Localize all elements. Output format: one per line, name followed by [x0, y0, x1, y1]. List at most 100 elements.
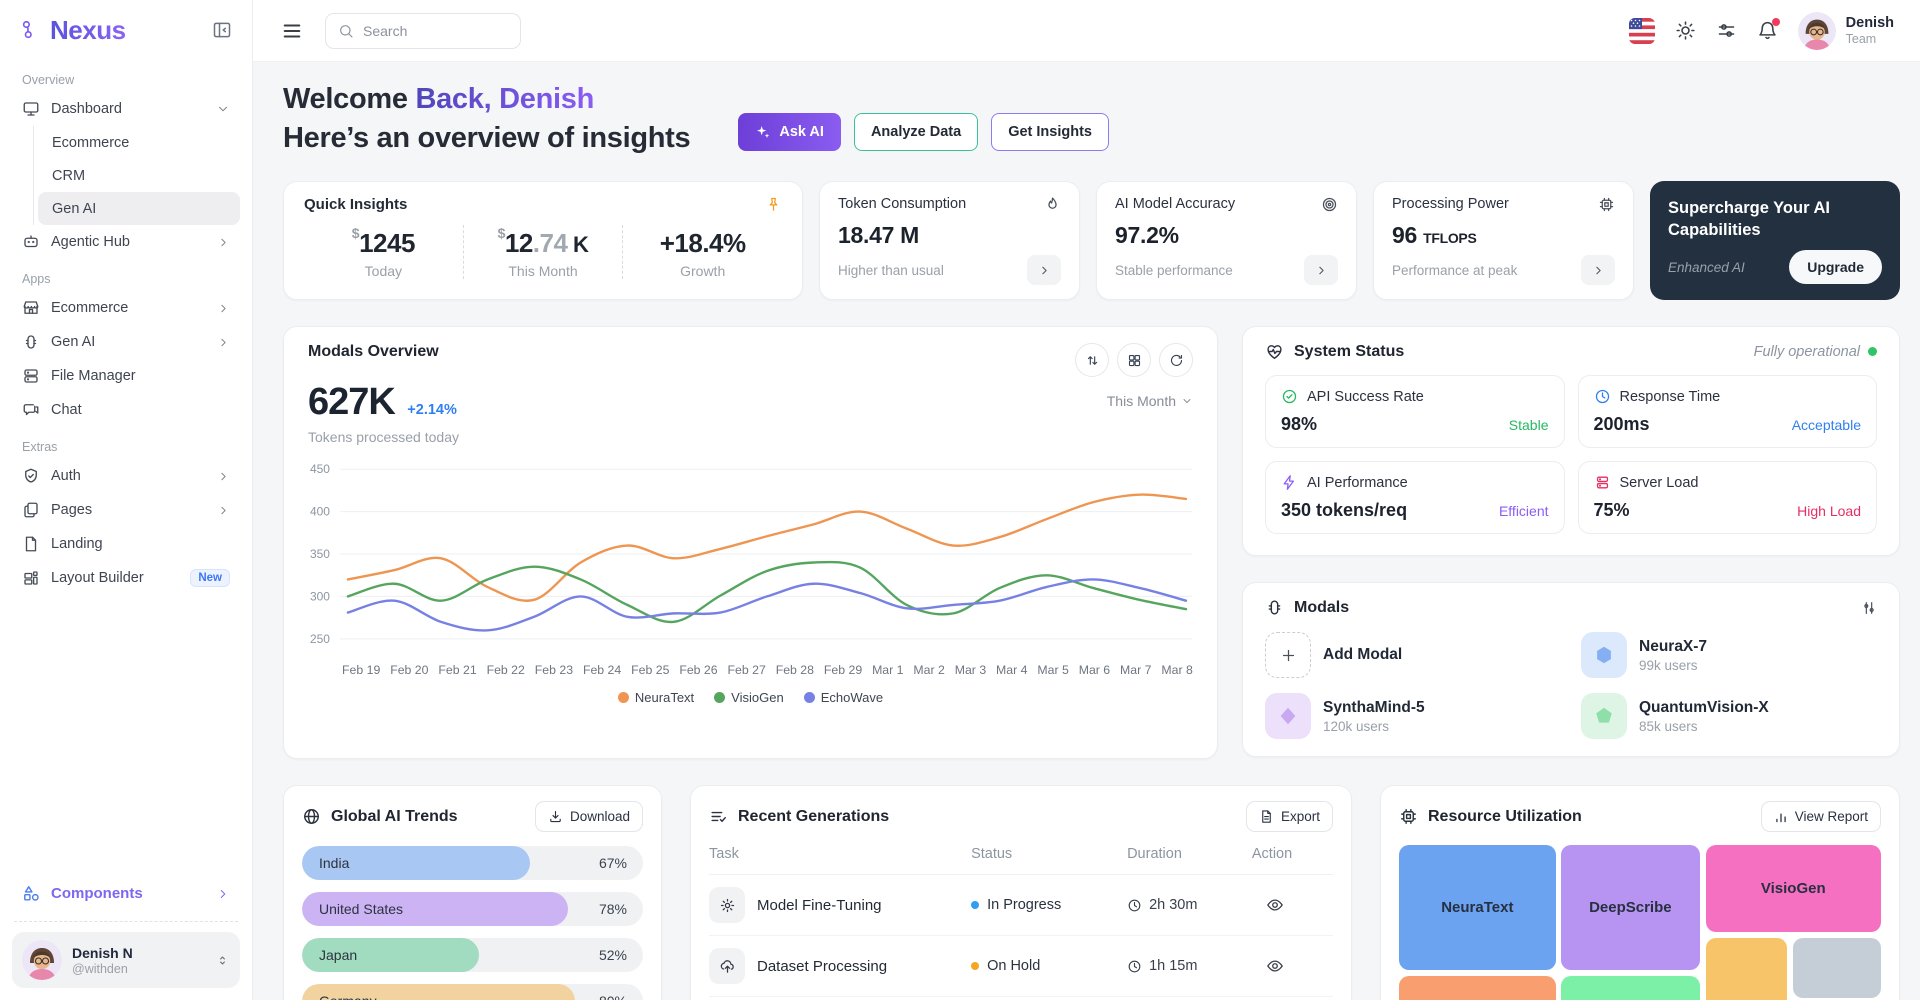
modals-settings-icon[interactable]: [1861, 600, 1877, 616]
x-axis-label: Feb 27: [728, 663, 766, 677]
ask-ai-button[interactable]: Ask AI: [738, 113, 841, 151]
brain-icon: [22, 333, 40, 351]
view-eye-icon[interactable]: [1252, 896, 1333, 914]
language-flag-icon[interactable]: [1629, 18, 1655, 44]
svg-text:300: 300: [310, 590, 330, 604]
treemap-block-neuratext[interactable]: NeuraText: [1399, 845, 1556, 970]
refresh-button[interactable]: [1159, 343, 1193, 377]
x-axis-label: Mar 8: [1161, 663, 1192, 677]
svg-text:350: 350: [310, 547, 330, 561]
chevron-right-icon: [217, 336, 230, 349]
sidebar-item-auth[interactable]: Auth: [12, 459, 240, 493]
get-insights-button[interactable]: Get Insights: [991, 113, 1109, 151]
topbar-user[interactable]: Denish Team: [1798, 12, 1894, 50]
sort-button[interactable]: [1075, 343, 1109, 377]
treemap-block[interactable]: [1706, 938, 1788, 1000]
sidebar-item-layout-builder[interactable]: Layout Builder New: [12, 561, 240, 595]
add-modal-button[interactable]: Add Modal: [1265, 632, 1561, 678]
kpi-more-button[interactable]: [1027, 255, 1061, 285]
sidebar-item-label: Chat: [51, 402, 82, 418]
sidebar-subitem-crm[interactable]: CRM: [38, 159, 240, 192]
modal-item-quantumvision[interactable]: QuantumVision-X85k users: [1581, 693, 1877, 739]
sidebar-item-agentic-hub[interactable]: Agentic Hub: [12, 225, 240, 259]
bar-value: 52%: [599, 947, 627, 963]
pin-icon[interactable]: [765, 196, 782, 213]
metric-this-month: $12.74 K This Month: [463, 225, 623, 279]
hamburger-menu-icon[interactable]: [281, 20, 303, 42]
period-dropdown[interactable]: This Month: [1107, 393, 1193, 409]
resource-treemap: NeuraText DeepScribe VisioGen: [1399, 845, 1881, 1000]
clock-icon: [1127, 898, 1142, 913]
view-report-button[interactable]: View Report: [1761, 801, 1881, 832]
sidebar-collapse-icon[interactable]: [212, 20, 232, 40]
resource-utilization-card: Resource Utilization View Report NeuraTe…: [1380, 785, 1900, 1000]
export-button[interactable]: Export: [1246, 801, 1333, 832]
legend-item: NeuraText: [618, 690, 694, 705]
treemap-block[interactable]: [1399, 976, 1556, 1000]
promo-title: Supercharge Your AI Capabilities: [1668, 197, 1882, 242]
sidebar-item-dashboard[interactable]: Dashboard: [12, 92, 240, 126]
sidebar-subitem-ecommerce[interactable]: Ecommerce: [38, 126, 240, 159]
grid-view-button[interactable]: [1117, 343, 1151, 377]
modal-item-neurax[interactable]: NeuraX-799k users: [1581, 632, 1877, 678]
treemap-block-deepscribe[interactable]: DeepScribe: [1561, 845, 1700, 970]
table-row-model-fine-tuning[interactable]: Model Fine-Tuning In Progress 2h 30m: [709, 875, 1333, 936]
x-axis-label: Feb 20: [390, 663, 428, 677]
heart-pulse-icon: [1265, 342, 1284, 361]
x-axis-label: Mar 7: [1120, 663, 1151, 677]
x-axis-label: Feb 19: [342, 663, 380, 677]
search-input[interactable]: [363, 23, 493, 39]
upgrade-button[interactable]: Upgrade: [1789, 250, 1882, 284]
chevron-right-icon: [216, 887, 230, 901]
chart-legend: NeuraTextVisioGenEchoWave: [308, 690, 1193, 705]
section-label-extras: Extras: [22, 440, 230, 454]
trend-bar-india: India67%: [302, 846, 643, 880]
x-axis-label: Mar 2: [913, 663, 944, 677]
page-subtitle: Here’s an overview of insights: [283, 122, 690, 154]
bar-value: 80%: [599, 993, 627, 1000]
generations-table: Task Status Duration Action Model Fine-T…: [691, 832, 1351, 997]
sidebar-user-profile[interactable]: Denish N @withden: [12, 932, 240, 988]
sidebar-item-file-manager[interactable]: File Manager: [12, 359, 240, 393]
treemap-block-visiogen[interactable]: VisioGen: [1706, 845, 1881, 932]
download-button[interactable]: Download: [535, 801, 643, 832]
bar-label: Japan: [319, 947, 357, 963]
sidebar-item-pages[interactable]: Pages: [12, 493, 240, 527]
brain-icon: [1265, 598, 1284, 617]
sidebar-item-gen-ai[interactable]: Gen AI: [12, 325, 240, 359]
view-eye-icon[interactable]: [1252, 957, 1333, 975]
status-dot: [971, 962, 979, 970]
kpi-more-button[interactable]: [1304, 255, 1338, 285]
theme-toggle-sun-icon[interactable]: [1675, 20, 1696, 41]
clock-icon: [1127, 959, 1142, 974]
sidebar-item-label: File Manager: [51, 368, 136, 384]
treemap-block[interactable]: [1561, 976, 1700, 1000]
recent-generations-card: Recent Generations Export Task Status Du…: [690, 785, 1352, 1000]
modal-item-synthamind[interactable]: SynthaMind-5120k users: [1265, 693, 1561, 739]
sidebar-item-label: Auth: [51, 468, 81, 484]
welcome-section: Welcome Back, Denish Here’s an overview …: [283, 80, 1900, 157]
x-axis-label: Mar 1: [872, 663, 903, 677]
search-box[interactable]: [325, 13, 521, 49]
sidebar-item-landing[interactable]: Landing: [12, 527, 240, 561]
sidebar-item-label: Landing: [51, 536, 103, 552]
analyze-data-button[interactable]: Analyze Data: [854, 113, 978, 151]
sidebar-item-components[interactable]: Components: [12, 874, 240, 913]
x-axis-label: Feb 22: [487, 663, 525, 677]
chevron-right-icon: [217, 504, 230, 517]
table-row-dataset-processing[interactable]: Dataset Processing On Hold 1h 15m: [709, 936, 1333, 997]
sidebar-item-chat[interactable]: Chat: [12, 393, 240, 427]
sidebar-item-ecommerce[interactable]: Ecommerce: [12, 291, 240, 325]
modals-card: Modals Add Modal: [1242, 582, 1900, 757]
chevrons-up-down-icon: [215, 953, 230, 968]
system-status-title: System Status: [1294, 343, 1404, 361]
app-logo[interactable]: Nexus: [20, 15, 126, 46]
sidebar-item-label: Layout Builder: [51, 570, 144, 586]
settings-sliders-icon[interactable]: [1716, 20, 1737, 41]
sidebar-subitem-gen-ai[interactable]: Gen AI: [38, 192, 240, 225]
operational-dot: [1868, 347, 1877, 356]
topbar-user-name: Denish: [1846, 15, 1894, 31]
treemap-block[interactable]: [1793, 938, 1881, 998]
notifications-bell-icon[interactable]: [1757, 20, 1778, 41]
kpi-more-button[interactable]: [1581, 255, 1615, 285]
